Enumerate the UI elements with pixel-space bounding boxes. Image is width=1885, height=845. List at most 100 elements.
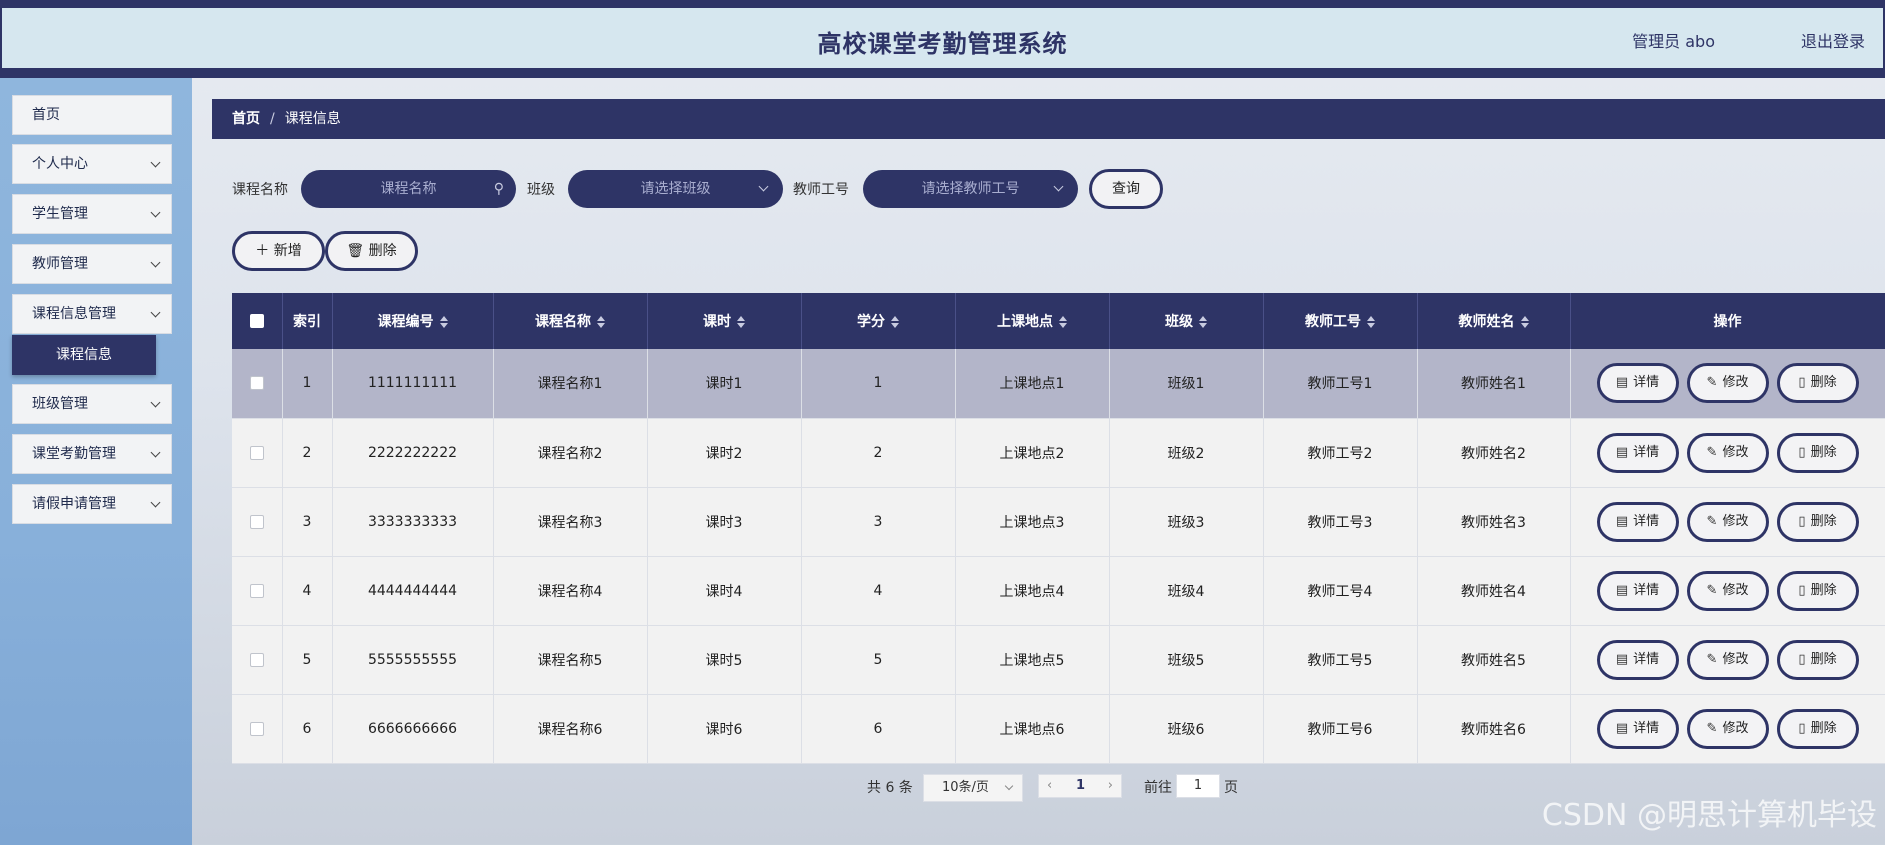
edit-button[interactable]: ✎ 修改 — [1686, 432, 1769, 473]
cell-teacher-name: 教师姓名3 — [1417, 487, 1571, 557]
row-select-cell[interactable] — [232, 349, 283, 419]
sidebar-item-personal-center[interactable]: 个人中心 — [12, 144, 172, 184]
class-select[interactable]: 请选择班级 — [568, 170, 783, 208]
cell-location: 上课地点4 — [955, 556, 1110, 626]
logout-link[interactable]: 退出登录 — [1801, 28, 1865, 52]
current-page[interactable]: 1 — [1076, 775, 1085, 797]
course-table: 索引 课程编号 课程名称 课时 学分 上课地点 班级 教师工号 教师姓名 操作 … — [232, 293, 1885, 764]
cell-class: 班级3 — [1109, 487, 1264, 557]
select-all-cell[interactable] — [232, 293, 283, 349]
sidebar-item-label: 课堂考勤管理 — [32, 446, 116, 462]
col-teacher-id[interactable]: 教师工号 — [1263, 293, 1418, 349]
cell-course-code: 1111111111 — [332, 349, 494, 419]
row-checkbox[interactable] — [249, 376, 264, 391]
goto-page-input[interactable]: 1 — [1176, 774, 1220, 798]
query-button[interactable]: 查询 — [1089, 169, 1163, 209]
sort-icon[interactable] — [1520, 316, 1529, 328]
course-name-label: 课程名称 — [232, 182, 288, 198]
sidebar-item-home[interactable]: 首页 — [12, 95, 172, 135]
add-button-label: 新增 — [273, 243, 302, 259]
sidebar-item-class-management[interactable]: 班级管理 — [12, 384, 172, 424]
row-checkbox[interactable] — [249, 652, 264, 667]
sidebar-item-teacher-management[interactable]: 教师管理 — [12, 244, 172, 284]
page-size-select[interactable]: 10条/页 — [923, 774, 1023, 802]
delete-button[interactable]: ▯ 删除 — [1776, 639, 1859, 680]
cell-credits: 4 — [801, 556, 956, 626]
sort-icon[interactable] — [1059, 316, 1067, 328]
col-class[interactable]: 班级 — [1109, 293, 1264, 349]
detail-button[interactable]: ▤ 详情 — [1596, 363, 1679, 404]
row-checkbox[interactable] — [249, 721, 264, 736]
row-select-cell[interactable] — [232, 625, 283, 695]
cell-credits: 6 — [801, 694, 956, 764]
detail-button[interactable]: ▤ 详情 — [1596, 639, 1679, 680]
detail-button[interactable]: ▤ 详情 — [1596, 501, 1679, 542]
table-row[interactable]: 4 4444444444 课程名称4 课时4 4 上课地点4 班级4 教师工号4 教师姓名4 ▤ 详… — [232, 556, 1885, 626]
edit-button[interactable]: ✎ 修改 — [1686, 639, 1769, 680]
edit-button[interactable]: ✎ 修改 — [1686, 363, 1769, 404]
sort-icon[interactable] — [439, 316, 448, 328]
prev-page-icon[interactable]: ‹ — [1047, 775, 1052, 797]
cell-index: 3 — [282, 487, 333, 557]
table-row[interactable]: 2 2222222222 课程名称2 课时2 2 上课地点2 班级2 教师工号2 教师姓名2 ▤ 详… — [232, 418, 1885, 488]
chevron-down-icon — [150, 157, 161, 168]
add-button[interactable]: ＋ 新增 — [232, 231, 325, 271]
teacher-id-select[interactable]: 请选择教师工号 — [863, 170, 1078, 208]
delete-button[interactable]: ▯ 删除 — [1776, 501, 1859, 542]
cell-teacher-id: 教师工号1 — [1263, 349, 1418, 419]
edit-button[interactable]: ✎ 修改 — [1686, 708, 1769, 749]
col-teacher-name[interactable]: 教师姓名 — [1417, 293, 1571, 349]
sidebar-item-course-info-management[interactable]: 课程信息管理 — [12, 294, 172, 334]
breadcrumb-home[interactable]: 首页 — [232, 111, 260, 127]
trash-icon: ▯ — [1798, 720, 1806, 736]
detail-button[interactable]: ▤ 详情 — [1596, 432, 1679, 473]
watermark: CSDN @明思计算机毕设 — [1541, 798, 1877, 833]
sort-icon[interactable] — [1367, 316, 1375, 328]
row-checkbox[interactable] — [249, 514, 264, 529]
table-row[interactable]: 6 6666666666 课程名称6 课时6 6 上课地点6 班级6 教师工号6 教师姓名6 ▤ 详… — [232, 694, 1885, 764]
col-credits[interactable]: 学分 — [801, 293, 956, 349]
edit-button[interactable]: ✎ 修改 — [1686, 570, 1769, 611]
course-name-placeholder: 课程名称 — [380, 181, 437, 197]
sidebar-subitem-course-info[interactable]: 课程信息 — [12, 335, 156, 375]
row-operations: ▤ 详情 ✎ 修改 ▯ 删除 — [1570, 694, 1885, 764]
col-location[interactable]: 上课地点 — [955, 293, 1110, 349]
row-select-cell[interactable] — [232, 418, 283, 488]
sort-icon[interactable] — [737, 316, 745, 328]
delete-button[interactable]: ▯ 删除 — [1776, 708, 1859, 749]
row-checkbox[interactable] — [249, 583, 264, 598]
row-checkbox[interactable] — [249, 445, 264, 460]
row-select-cell[interactable] — [232, 487, 283, 557]
col-hours[interactable]: 课时 — [647, 293, 802, 349]
sort-icon[interactable] — [891, 316, 899, 328]
col-course-name[interactable]: 课程名称 — [493, 293, 648, 349]
cell-index: 1 — [282, 349, 333, 419]
select-all-checkbox[interactable] — [249, 314, 264, 328]
delete-button[interactable]: ▯ 删除 — [1776, 432, 1859, 473]
sidebar-item-attendance-management[interactable]: 课堂考勤管理 — [12, 434, 172, 474]
row-select-cell[interactable] — [232, 694, 283, 764]
detail-button[interactable]: ▤ 详情 — [1596, 708, 1679, 749]
next-page-icon[interactable]: › — [1108, 775, 1113, 797]
col-course-code[interactable]: 课程编号 — [332, 293, 494, 349]
table-row[interactable]: 1 1111111111 课程名称1 课时1 1 上课地点1 班级1 教师工号1 教师姓名1 ▤ 详… — [232, 349, 1885, 419]
batch-delete-button[interactable]: 🗑 删除 — [325, 231, 418, 271]
sidebar-item-leave-management[interactable]: 请假申请管理 — [12, 484, 172, 524]
delete-button[interactable]: ▯ 删除 — [1776, 363, 1859, 404]
cell-index: 5 — [282, 625, 333, 695]
row-operations: ▤ 详情 ✎ 修改 ▯ 删除 — [1570, 349, 1885, 419]
course-name-input[interactable]: 课程名称 ⚲ — [301, 170, 516, 208]
delete-button[interactable]: ▯ 删除 — [1776, 570, 1859, 611]
sidebar-item-student-management[interactable]: 学生管理 — [12, 194, 172, 234]
edit-button[interactable]: ✎ 修改 — [1686, 501, 1769, 542]
cell-credits: 3 — [801, 487, 956, 557]
sort-icon[interactable] — [597, 316, 605, 328]
delete-button-label: 删除 — [368, 243, 397, 259]
sort-icon[interactable] — [1199, 316, 1207, 328]
row-select-cell[interactable] — [232, 556, 283, 626]
cell-class: 班级1 — [1109, 349, 1264, 419]
table-row[interactable]: 5 5555555555 课程名称5 课时5 5 上课地点5 班级5 教师工号5 教师姓名5 ▤ 详… — [232, 625, 1885, 695]
table-row[interactable]: 3 3333333333 课程名称3 课时3 3 上课地点3 班级3 教师工号3 教师姓名3 ▤ 详… — [232, 487, 1885, 557]
row-operations: ▤ 详情 ✎ 修改 ▯ 删除 — [1570, 487, 1885, 557]
detail-button[interactable]: ▤ 详情 — [1596, 570, 1679, 611]
